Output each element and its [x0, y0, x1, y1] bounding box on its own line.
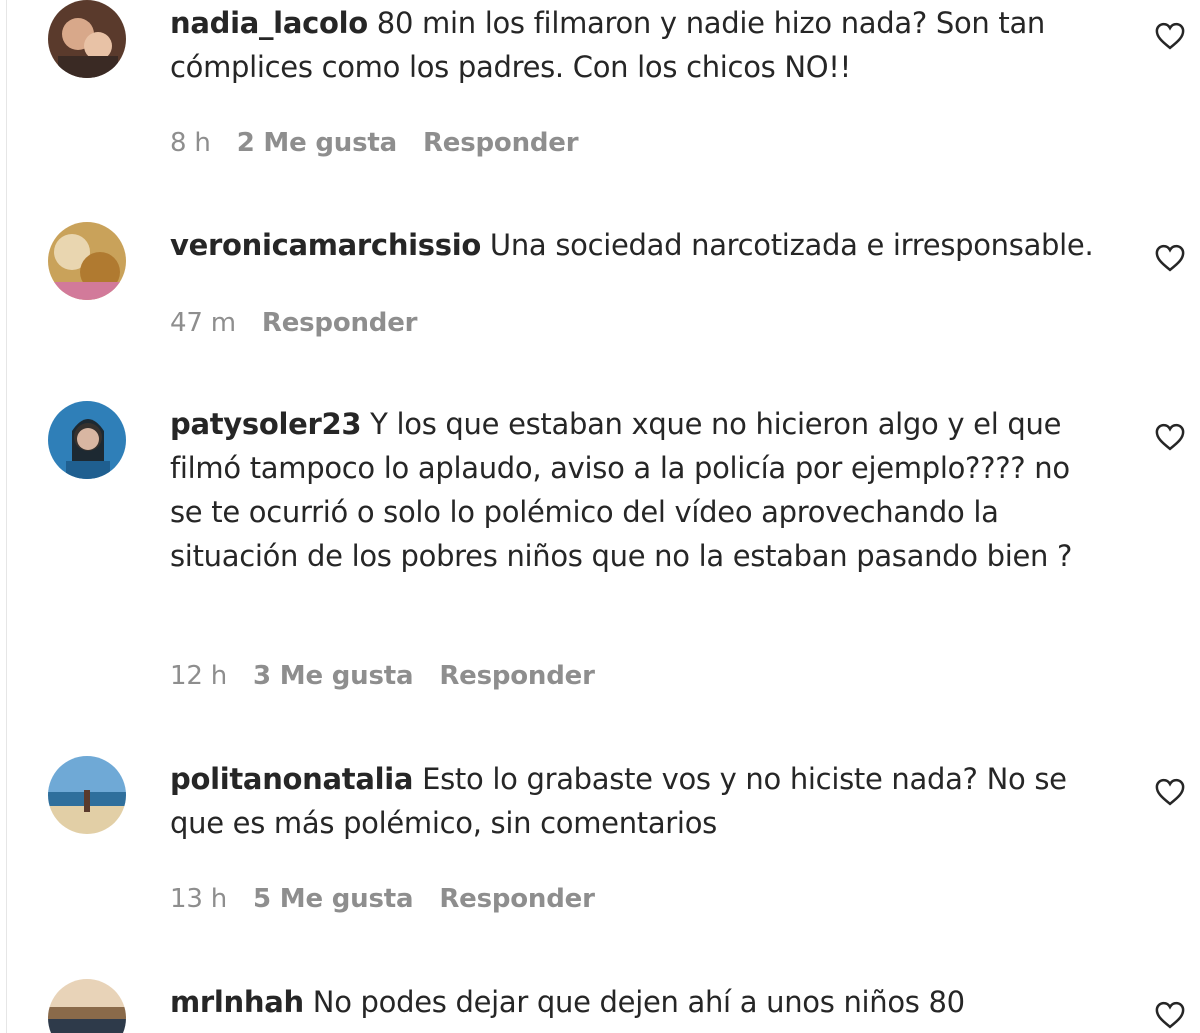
comment-text: No podes dejar que dejen ahí a unos niño…: [312, 985, 965, 1019]
avatar[interactable]: [48, 222, 126, 300]
avatar[interactable]: [48, 0, 126, 78]
heart-outline-icon[interactable]: [1155, 1001, 1185, 1029]
reply-button[interactable]: Responder: [439, 884, 595, 914]
comment-time[interactable]: 12 h: [170, 661, 227, 691]
reply-button[interactable]: Responder: [439, 661, 595, 691]
comment-username[interactable]: politanonatalia: [170, 762, 413, 796]
heart-outline-icon[interactable]: [1155, 423, 1185, 451]
avatar[interactable]: [48, 756, 126, 834]
comment-likes[interactable]: 3 Me gusta: [253, 661, 413, 691]
heart-outline-icon[interactable]: [1155, 22, 1185, 50]
comment-time[interactable]: 8 h: [170, 128, 211, 158]
avatar[interactable]: [48, 401, 126, 479]
comment-username[interactable]: patysoler23: [170, 407, 362, 441]
heart-outline-icon[interactable]: [1155, 244, 1185, 272]
reply-button[interactable]: Responder: [262, 308, 418, 338]
comment-username[interactable]: nadia_lacolo: [170, 6, 368, 40]
comment-likes[interactable]: 2 Me gusta: [237, 128, 397, 158]
comment-username[interactable]: veronicamarchissio: [170, 228, 481, 262]
avatar[interactable]: [48, 979, 126, 1033]
comment-text: Una sociedad narcotizada e irresponsable…: [489, 228, 1094, 262]
comment-time[interactable]: 47 m: [170, 308, 236, 338]
comment-time[interactable]: 13 h: [170, 884, 227, 914]
reply-button[interactable]: Responder: [423, 128, 579, 158]
heart-outline-icon[interactable]: [1155, 778, 1185, 806]
comment-username[interactable]: mrlnhah: [170, 985, 304, 1019]
comment-likes[interactable]: 5 Me gusta: [253, 884, 413, 914]
panel-divider: [6, 0, 7, 1033]
